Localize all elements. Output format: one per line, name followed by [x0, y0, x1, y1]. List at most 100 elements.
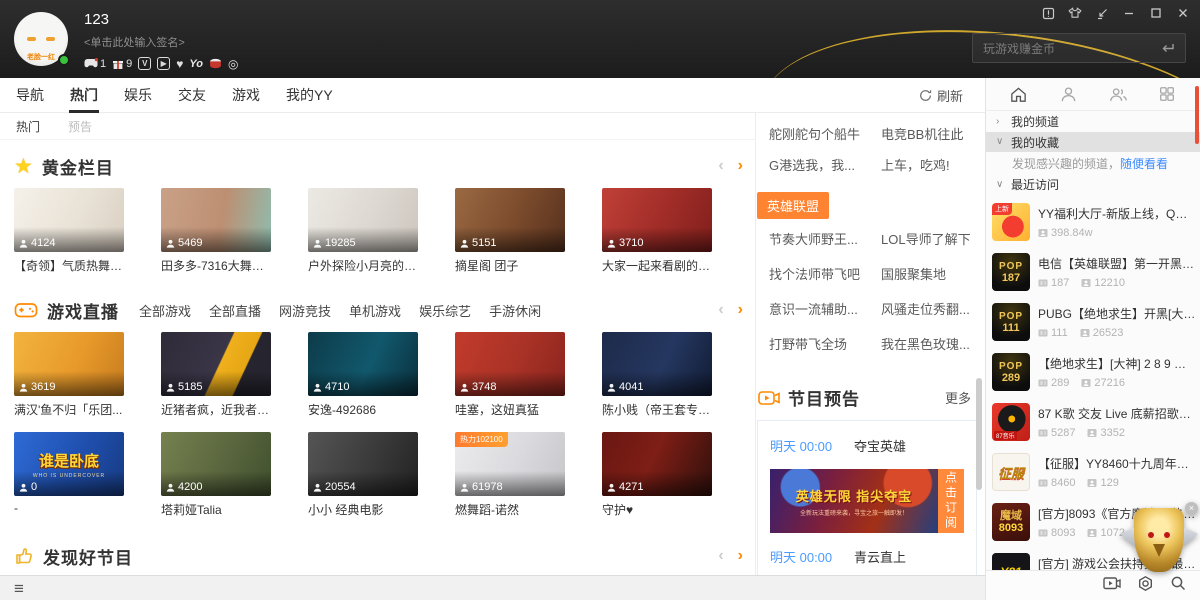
- v-card-icon[interactable]: V: [138, 57, 151, 70]
- username[interactable]: 123: [84, 11, 239, 28]
- prev-page-arrow[interactable]: ‹: [718, 301, 723, 319]
- live-title[interactable]: 哇塞，这妞真猛: [455, 401, 565, 416]
- subnav-tab[interactable]: 预告: [68, 118, 92, 135]
- quick-link[interactable]: 找个法师带飞吧: [769, 264, 869, 283]
- channel-item[interactable]: POP 187 电信【英雄联盟】第一开黑公会/三角洲 187: [986, 247, 1200, 297]
- live-thumbnail[interactable]: 谁是卧底 WHO IS UNDERCOVER 0: [14, 432, 124, 496]
- live-thumbnail[interactable]: 4041: [602, 332, 712, 396]
- live-title[interactable]: 陈小贱（帝王套专属用户）: [602, 401, 712, 416]
- refresh-button[interactable]: 刷新: [919, 86, 985, 105]
- live-thumbnail[interactable]: 热力102100 61978: [455, 432, 565, 496]
- live-thumbnail[interactable]: 4271: [602, 432, 712, 496]
- quick-link[interactable]: 上车，吃鸡!: [881, 155, 950, 174]
- subscribe-button[interactable]: 点击订阅: [938, 469, 964, 533]
- game-category-tab[interactable]: 全部游戏: [139, 301, 191, 320]
- live-title[interactable]: 燃舞蹈-诺然: [455, 501, 565, 516]
- maximize-icon[interactable]: [1149, 6, 1163, 20]
- live-card[interactable]: 4200 塔莉娅Talia: [161, 432, 271, 516]
- live-title[interactable]: 田多多-7316大舞台想笑...: [161, 257, 271, 272]
- close-icon[interactable]: ×: [1185, 502, 1198, 515]
- live-title[interactable]: 【奇领】气质热舞小牙牙: [14, 257, 124, 272]
- users-icon[interactable]: [1106, 82, 1130, 106]
- live-title[interactable]: 小小 经典电影: [308, 501, 418, 516]
- more-link[interactable]: 更多: [945, 388, 971, 407]
- close-icon[interactable]: [1176, 6, 1190, 20]
- live-card[interactable]: 4271 守护♥: [602, 432, 712, 516]
- apps-grid-icon[interactable]: [1155, 82, 1179, 106]
- game-search-box[interactable]: 玩游戏赚金币: [972, 33, 1186, 63]
- skin-icon[interactable]: [1068, 6, 1082, 20]
- recent-visits-row[interactable]: ∨ 最近访问: [986, 174, 1200, 195]
- hamburger-menu-icon[interactable]: ≡: [14, 580, 24, 597]
- prev-page-arrow[interactable]: ‹: [718, 547, 723, 565]
- mini-mode-icon[interactable]: [1095, 6, 1109, 20]
- game-category-tab[interactable]: 单机游戏: [349, 301, 401, 320]
- live-thumbnail[interactable]: 20554: [308, 432, 418, 496]
- live-title[interactable]: 守护♥: [602, 501, 712, 516]
- live-card[interactable]: 谁是卧底 WHO IS UNDERCOVER 0: [14, 432, 124, 516]
- home-icon[interactable]: [1007, 82, 1031, 106]
- prev-page-arrow[interactable]: ‹: [718, 157, 723, 175]
- nav-tab[interactable]: 我的YY: [286, 78, 333, 113]
- my-channels-row[interactable]: › 我的频道: [986, 111, 1200, 132]
- live-thumbnail[interactable]: 4124: [14, 188, 124, 252]
- live-card[interactable]: 4041 陈小贱（帝王套专属用户）: [602, 332, 712, 416]
- live-card[interactable]: 5185 近猪者疯，近我者甜^ ^: [161, 332, 271, 416]
- live-title[interactable]: 安逸-492686: [308, 401, 418, 416]
- preview-item[interactable]: 明天 00:00 青云直上: [758, 538, 976, 575]
- live-card[interactable]: 热力102100 61978 燃舞蹈-诺然: [455, 432, 565, 516]
- live-title[interactable]: 塔莉娅Talia: [161, 501, 271, 516]
- subnav-tab[interactable]: 热门: [16, 118, 40, 135]
- live-card[interactable]: 5151 摘星阁 团子: [455, 188, 565, 272]
- live-thumbnail[interactable]: 3710: [602, 188, 712, 252]
- report-icon[interactable]: [1041, 6, 1055, 20]
- live-thumbnail[interactable]: 3748: [455, 332, 565, 396]
- avatar[interactable]: 老脸一红: [14, 12, 68, 66]
- quick-link[interactable]: 风骚走位秀翻...: [881, 299, 970, 318]
- scrollbar-thumb[interactable]: [976, 378, 982, 490]
- game-category-tab[interactable]: 娱乐综艺: [419, 301, 471, 320]
- live-title[interactable]: 满汉'鱼不归「乐团...: [14, 401, 124, 416]
- next-page-arrow[interactable]: ›: [738, 301, 743, 319]
- quick-link[interactable]: 电竞BB机往此: [881, 124, 963, 143]
- live-thumbnail[interactable]: 4200: [161, 432, 271, 496]
- quick-link[interactable]: 舵刚舵句个船牛: [769, 124, 869, 143]
- live-thumbnail[interactable]: 5185: [161, 332, 271, 396]
- channel-item[interactable]: POP 289 【绝地求生】[大神] 2 8 9 三角洲/联盟/ 289: [986, 347, 1200, 397]
- search-icon[interactable]: [1170, 575, 1186, 596]
- next-page-arrow[interactable]: ›: [738, 157, 743, 175]
- quick-link[interactable]: LOL导师了解下: [881, 229, 971, 248]
- game-category-tab[interactable]: 网游竞技: [279, 301, 331, 320]
- live-title[interactable]: 大家一起来看剧的直播间: [602, 257, 712, 272]
- video-player-icon[interactable]: [1103, 576, 1121, 596]
- quick-link[interactable]: 意识一流辅助...: [769, 299, 869, 318]
- live-thumbnail[interactable]: 3619: [14, 332, 124, 396]
- quick-link[interactable]: G港选我，我...: [769, 155, 869, 174]
- video-card-icon[interactable]: ▶: [157, 57, 170, 70]
- channel-item[interactable]: 87音乐 87 K歌 交友 Live 底薪招歌手 首页排行 5287: [986, 397, 1200, 447]
- channel-item[interactable]: 上新 YY福利大厅-新版上线，Q币皮肤免费领: [986, 197, 1200, 247]
- quick-link[interactable]: 国服聚集地: [881, 264, 946, 283]
- game-badge[interactable]: 1: [84, 58, 106, 70]
- live-card[interactable]: 4124 【奇领】气质热舞小牙牙: [14, 188, 124, 272]
- quick-link[interactable]: 节奏大师野王...: [769, 229, 869, 248]
- browse-channels-link[interactable]: 随便看看: [1120, 155, 1168, 172]
- sidebar-scrollbar-thumb[interactable]: [1195, 86, 1199, 144]
- next-page-arrow[interactable]: ›: [738, 547, 743, 565]
- signature-placeholder[interactable]: <单击此处输入签名>: [84, 34, 239, 50]
- my-favorites-row[interactable]: ∨ 我的收藏: [986, 132, 1200, 152]
- quick-link[interactable]: 我在黑色玫瑰...: [881, 334, 970, 353]
- channel-item[interactable]: 征服 【征服】YY8460十九周年庆一起闯荡19 8460: [986, 447, 1200, 497]
- live-thumbnail[interactable]: 5469: [161, 188, 271, 252]
- live-title[interactable]: 户外探险小月亮的直播间: [308, 257, 418, 272]
- channel-item[interactable]: POP 111 PUBG【绝地求生】开黑[大神]全网第一 111: [986, 297, 1200, 347]
- promo-emblem[interactable]: ×: [1122, 504, 1196, 578]
- live-title[interactable]: 近猪者疯，近我者甜^ ^: [161, 401, 271, 416]
- live-card[interactable]: 20554 小小 经典电影: [308, 432, 418, 516]
- live-card[interactable]: 3710 大家一起来看剧的直播间: [602, 188, 712, 272]
- live-title[interactable]: -: [14, 501, 124, 516]
- target-icon[interactable]: ◎: [228, 58, 238, 70]
- live-card[interactable]: 4710 安逸-492686: [308, 332, 418, 416]
- preview-banner[interactable]: 英雄无限 指尖夺宝 全新玩法重磅来袭，寻宝之旅一触即发！ 点击订阅: [770, 469, 964, 533]
- nav-tab[interactable]: 导航: [16, 78, 44, 113]
